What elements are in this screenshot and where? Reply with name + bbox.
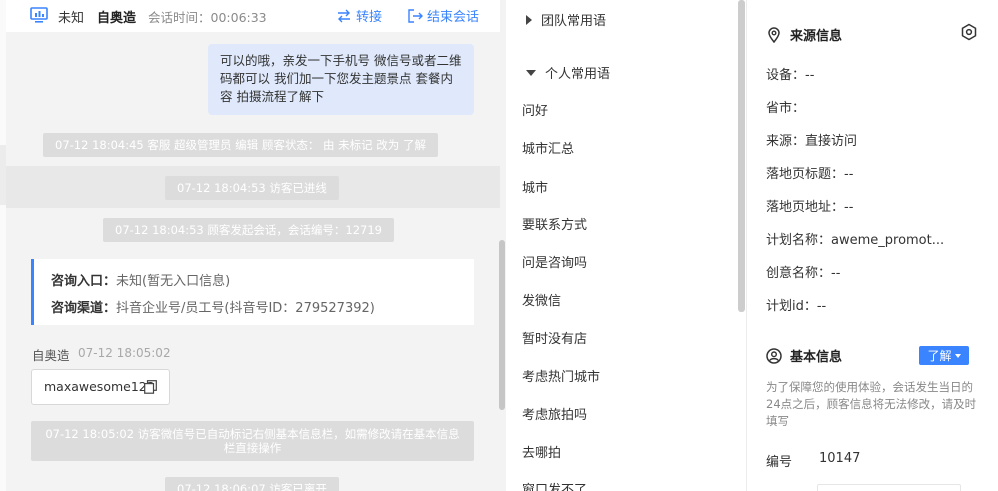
location-pin-icon	[768, 26, 780, 43]
consult-entry-label: 咨询入口：	[51, 274, 117, 289]
phrase-group-label: 个人常用语	[545, 67, 611, 82]
consult-channel-line: 咨询渠道：抖音企业号/员工号(抖音号ID：279527392)	[51, 295, 474, 322]
exit-icon	[408, 8, 423, 23]
number-label: 编号	[766, 455, 793, 470]
source-device: 设备：--	[766, 68, 815, 83]
source-creative-name: 创意名称：--	[766, 266, 841, 281]
phrase-item[interactable]: 问好	[522, 100, 548, 119]
phrase-item[interactable]: 考虑旅拍吗	[522, 404, 587, 423]
consult-entry-line: 咨询入口：未知(暂无入口信息)	[51, 268, 474, 295]
chat-panel: 未知 自奥造 会话时间：00:06:33 转接 结束会话 可以的哦，亲发一下手机…	[0, 0, 506, 491]
visitor-name: 自奥造	[97, 11, 137, 26]
monitor-icon	[30, 7, 48, 23]
source-landing-title: 落地页标题：--	[766, 167, 854, 182]
consult-channel-label: 咨询渠道：	[51, 301, 117, 316]
phrase-item[interactable]: 城市汇总	[522, 138, 574, 157]
source-title-text: 来源信息	[790, 29, 843, 44]
source-plan-id: 计划id：--	[766, 299, 827, 314]
phrase-item[interactable]: 问是咨询吗	[522, 252, 587, 271]
number-value: 10147	[819, 451, 861, 466]
user-circle-icon	[766, 347, 782, 364]
customer-status-dropdown[interactable]: 了解	[919, 346, 969, 365]
caret-down-icon	[526, 69, 536, 76]
phrase-item[interactable]: 窗口发不了	[522, 479, 587, 491]
caret-down-icon	[954, 353, 961, 358]
edit-hint: 为了保障您的使用体验，会话发生当日的24点之后，顾客信息将无法修改，请及时填写	[766, 380, 977, 428]
phrases-scrollbar[interactable]	[738, 0, 745, 312]
system-message: 07-12 18:04:53 顾客发起会话，会话编号：12719	[103, 218, 394, 242]
customer-info-panel: 来源信息 设备：-- 省市： 来源：直接访问 落地页标题：-- 落地页地址：--…	[747, 0, 998, 491]
phrase-group-team[interactable]: 团队常用语	[526, 10, 606, 29]
agent-message: 可以的哦，亲发一下手机号 微信号或者二维码都可以 我们加一下您发主题景点 套餐内…	[208, 44, 474, 115]
caret-right-icon	[526, 14, 532, 25]
next-field-input[interactable]	[817, 484, 961, 491]
phrase-item[interactable]: 考虑热门城市	[522, 366, 600, 385]
customer-status-label: 了解	[927, 349, 952, 363]
basic-title-text: 基本信息	[790, 350, 843, 365]
phrase-group-personal[interactable]: 个人常用语	[526, 63, 610, 82]
phrase-item[interactable]: 暂时没有店	[522, 328, 587, 347]
consult-entry-value: 未知(暂无入口信息)	[116, 274, 231, 289]
phrase-group-label: 团队常用语	[541, 14, 607, 29]
copy-icon[interactable]	[144, 380, 157, 394]
visitor-status: 未知	[58, 11, 85, 26]
phrase-item[interactable]: 城市	[522, 177, 548, 196]
source-landing-url: 落地页地址：--	[766, 200, 854, 215]
system-message: 07-12 18:04:53 访客已进线	[165, 176, 339, 200]
source-origin: 来源：直接访问	[766, 134, 858, 149]
source-plan-name: 计划名称：aweme_promot...	[766, 233, 945, 248]
system-message: 07-12 18:06:07 访客已离开	[165, 477, 339, 491]
visitor-message-time: 07-12 18:05:02	[78, 346, 171, 360]
visitor-message-name: 自奥造	[32, 348, 70, 363]
basic-section-title: 基本信息	[766, 346, 842, 365]
source-section-title: 来源信息	[766, 25, 842, 44]
phrases-panel: 团队常用语 个人常用语 问好 城市汇总 城市 要联系方式 问是咨询吗 发微信 暂…	[506, 0, 746, 491]
consult-info-card: 咨询入口：未知(暂无入口信息) 咨询渠道：抖音企业号/员工号(抖音号ID：279…	[31, 259, 474, 325]
visitor-message[interactable]: maxawesome123	[31, 369, 170, 405]
session-time: 会话时间：00:06:33	[148, 10, 267, 25]
phrase-item[interactable]: 发微信	[522, 290, 561, 309]
transfer-icon	[338, 9, 350, 22]
transfer-label: 转接	[356, 10, 383, 25]
transfer-button[interactable]: 转接	[336, 6, 382, 25]
end-session-button[interactable]: 结束会话	[407, 6, 479, 25]
chat-edge	[0, 0, 6, 491]
settings-icon[interactable]	[960, 23, 978, 41]
visitor-message-text: maxawesome123	[44, 379, 155, 394]
consult-channel-value: 抖音企业号/员工号(抖音号ID：279527392)	[116, 301, 375, 316]
phrase-item[interactable]: 要联系方式	[522, 214, 587, 233]
end-session-label: 结束会话	[427, 10, 480, 25]
system-message: 07-12 18:05:02 访客微信号已自动标记右侧基本信息栏，如需修改请在基…	[31, 421, 474, 461]
phrase-item[interactable]: 去哪拍	[522, 442, 561, 461]
source-province-city: 省市：	[766, 101, 806, 116]
chat-scrollbar[interactable]	[499, 240, 505, 410]
system-message: 07-12 18:04:45 客服 超级管理员 编辑 顾客状态： 由 未标记 改…	[43, 133, 438, 157]
